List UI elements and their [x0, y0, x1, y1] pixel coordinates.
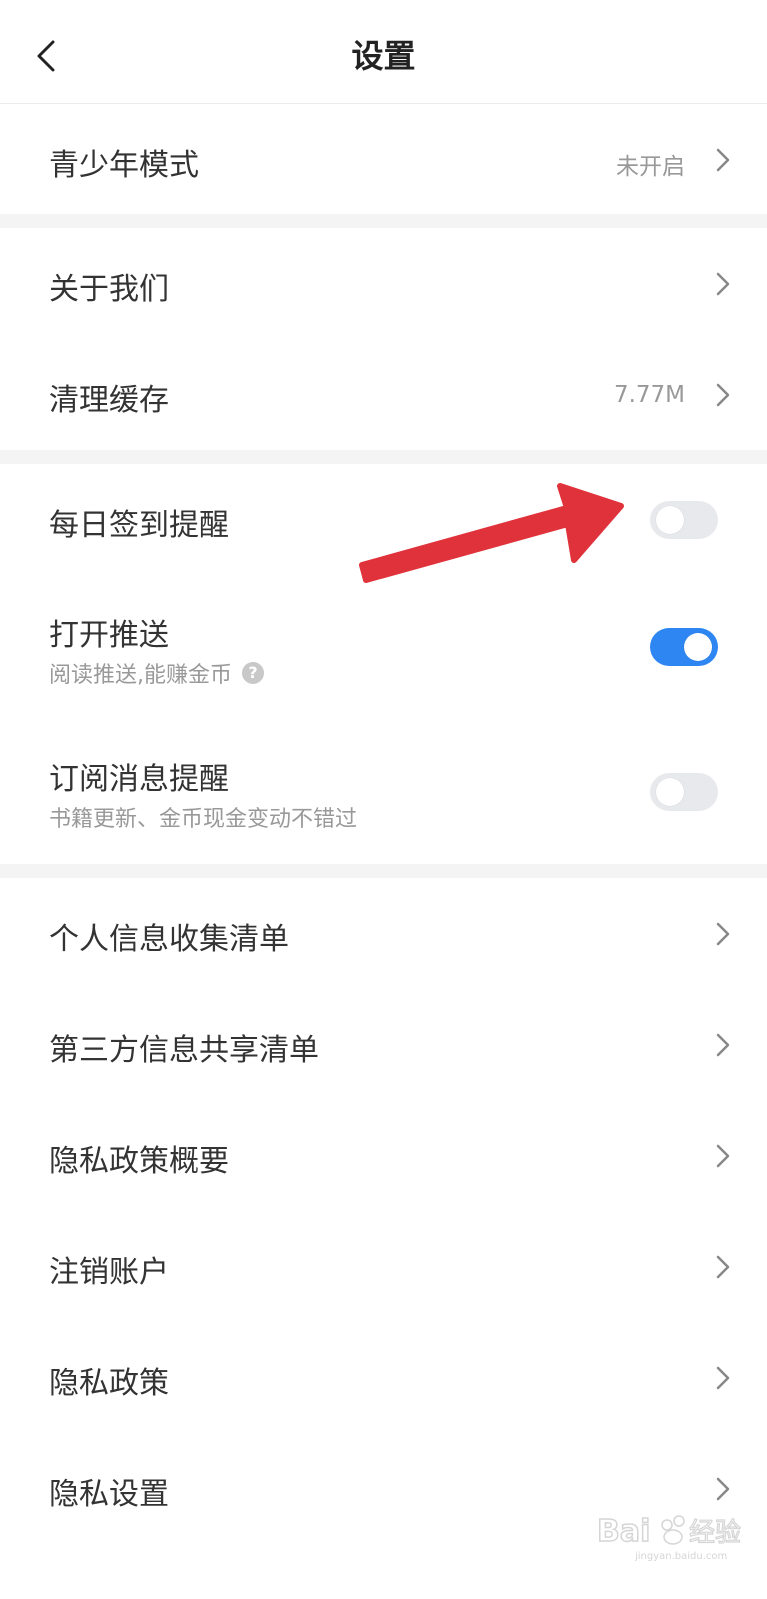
daily-checkin-row: 每日签到提醒	[0, 464, 767, 576]
chevron-right-icon	[716, 272, 730, 296]
section-youth: 青少年模式 未开启	[0, 104, 767, 214]
chevron-right-icon	[716, 148, 730, 172]
privacy-policy-row[interactable]: 隐私政策	[0, 1322, 767, 1432]
push-row: 打开推送 阅读推送,能赚金币 ?	[0, 576, 767, 720]
cancel-account-row[interactable]: 注销账户	[0, 1211, 767, 1321]
subscription-subtitle-wrap: 书籍更新、金币现金变动不错过	[49, 801, 357, 833]
subscription-toggle[interactable]	[650, 773, 718, 811]
section-privacy: 个人信息收集清单 第三方信息共享清单 隐私政策概要 注销账户 隐私政策 隐私设置	[0, 878, 767, 1599]
chevron-right-icon	[716, 383, 730, 407]
toggle-knob	[656, 778, 684, 806]
privacy-summary-label: 隐私政策概要	[49, 1144, 229, 1179]
baidu-watermark: Bai 经验 jingyan.baidu.com	[596, 1505, 747, 1569]
personal-info-row[interactable]: 个人信息收集清单	[0, 878, 767, 988]
page-title: 设置	[351, 37, 416, 75]
subscription-label: 订阅消息提醒	[49, 762, 229, 797]
daily-checkin-toggle[interactable]	[650, 501, 718, 539]
svg-text:Bai: Bai	[597, 1514, 650, 1549]
chevron-right-icon	[716, 1033, 730, 1057]
subscription-row: 订阅消息提醒 书籍更新、金币现金变动不错过	[0, 720, 767, 864]
section-divider	[0, 450, 767, 464]
subscription-subtitle: 书籍更新、金币现金变动不错过	[49, 807, 358, 832]
chevron-right-icon	[716, 1477, 730, 1501]
personal-info-label: 个人信息收集清单	[49, 922, 289, 957]
clear-cache-row[interactable]: 清理缓存 7.77M	[0, 339, 767, 449]
chevron-right-icon	[716, 1255, 730, 1279]
youth-mode-value: 未开启	[616, 154, 685, 180]
chevron-right-icon	[716, 922, 730, 946]
toggle-knob	[656, 506, 684, 534]
about-row[interactable]: 关于我们	[0, 228, 767, 338]
toggle-knob	[684, 633, 712, 661]
push-subtitle-wrap: 阅读推送,能赚金币 ?	[49, 657, 264, 689]
push-toggle[interactable]	[650, 628, 718, 666]
section-notifications: 每日签到提醒 打开推送 阅读推送,能赚金币 ? 订阅消息提醒 书籍更新、金币现金…	[0, 464, 767, 864]
question-circle-icon[interactable]: ?	[242, 662, 264, 684]
cache-size-value: 7.77M	[613, 382, 685, 408]
baidu-paw-logo-icon: Bai 经验 jingyan.baidu.com	[596, 1513, 741, 1562]
chevron-right-icon	[716, 1144, 730, 1168]
third-party-label: 第三方信息共享清单	[49, 1033, 319, 1068]
about-label: 关于我们	[49, 272, 169, 307]
chevron-right-icon	[716, 1366, 730, 1390]
daily-checkin-label: 每日签到提醒	[49, 508, 229, 543]
top-bar: 设置	[0, 0, 767, 104]
privacy-summary-row[interactable]: 隐私政策概要	[0, 1100, 767, 1210]
svg-text:经验: 经验	[689, 1518, 741, 1548]
youth-mode-row[interactable]: 青少年模式 未开启	[0, 104, 767, 214]
third-party-row[interactable]: 第三方信息共享清单	[0, 989, 767, 1099]
clear-cache-label: 清理缓存	[49, 383, 169, 418]
push-label: 打开推送	[49, 618, 169, 653]
cancel-account-label: 注销账户	[49, 1255, 169, 1290]
youth-mode-label: 青少年模式	[49, 148, 199, 183]
svg-text:jingyan.baidu.com: jingyan.baidu.com	[634, 1551, 727, 1562]
push-subtitle: 阅读推送,能赚金币	[49, 663, 232, 688]
section-divider	[0, 214, 767, 228]
section-general: 关于我们 清理缓存 7.77M	[0, 228, 767, 450]
privacy-policy-label: 隐私政策	[49, 1366, 169, 1401]
privacy-settings-label: 隐私设置	[49, 1477, 169, 1512]
section-divider	[0, 864, 767, 878]
